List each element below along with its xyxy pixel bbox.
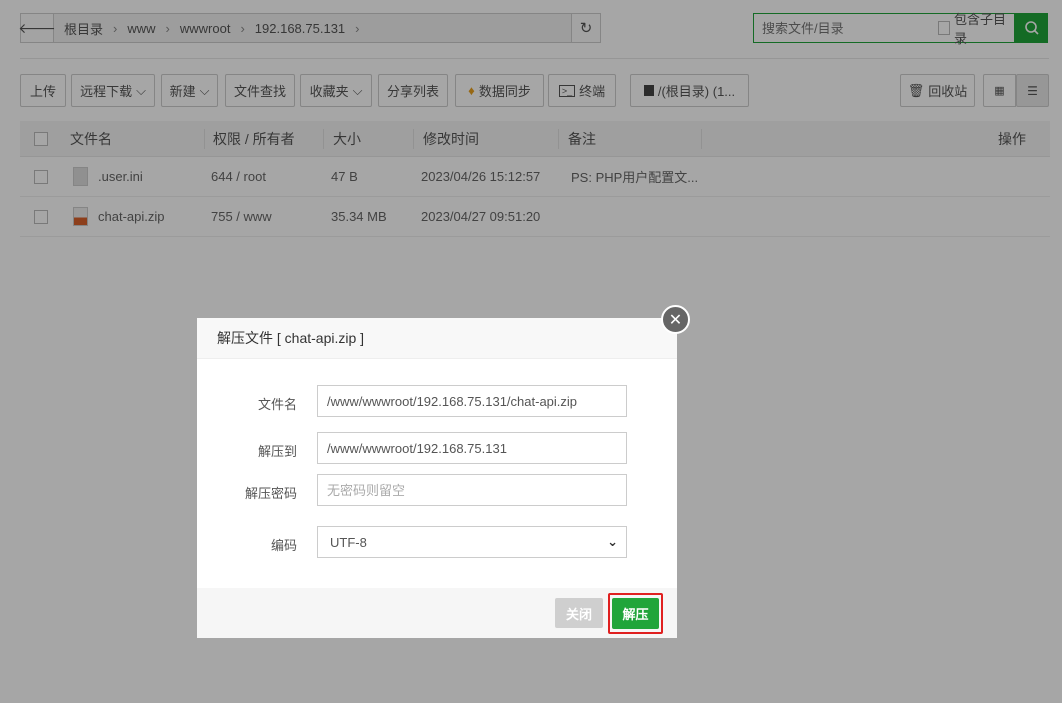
- encoding-value: UTF-8: [330, 534, 367, 550]
- extract-button[interactable]: 解压: [612, 598, 659, 629]
- password-input[interactable]: [317, 474, 627, 506]
- dest-label: 解压到: [257, 444, 297, 459]
- filename-input[interactable]: [317, 385, 627, 417]
- dest-input[interactable]: [317, 432, 627, 464]
- chevron-down-icon: ⌄: [607, 534, 618, 549]
- password-label: 解压密码: [244, 486, 297, 501]
- filename-label: 文件名: [257, 397, 297, 412]
- close-icon[interactable]: ✕: [661, 305, 690, 334]
- dialog-footer: 关闭 解压: [197, 588, 677, 638]
- encoding-select[interactable]: UTF-8 ⌄: [317, 526, 627, 558]
- encoding-label: 编码: [270, 538, 297, 553]
- close-button[interactable]: 关闭: [555, 598, 603, 628]
- extract-dialog: 解压文件 [ chat-api.zip ] 文件名 解压到 解压密码 编码 UT…: [197, 318, 677, 638]
- dialog-title: 解压文件 [ chat-api.zip ]: [197, 318, 677, 359]
